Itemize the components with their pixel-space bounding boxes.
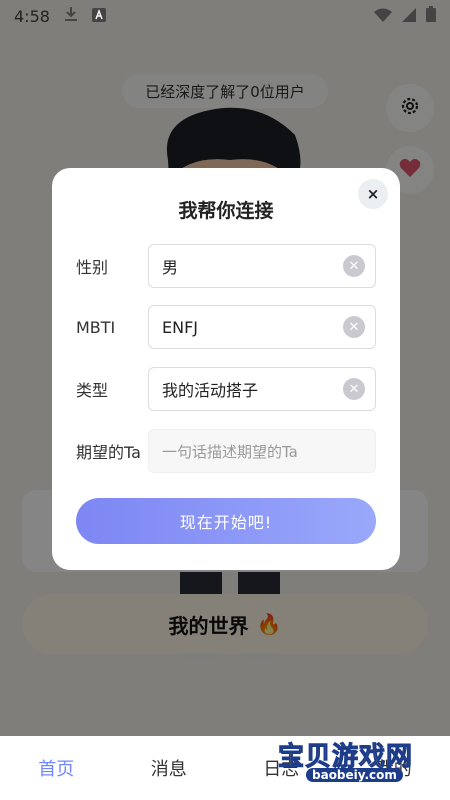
connect-dialog: 我帮你连接 × 性别 男 ✕ MBTI ENFJ ✕ 类型 我的活动搭子 ✕ 期… <box>52 168 400 570</box>
clear-icon[interactable]: ✕ <box>343 316 365 338</box>
nav-journal[interactable]: 日志 <box>225 755 337 781</box>
nav-messages[interactable]: 消息 <box>113 755 225 781</box>
battery-icon <box>426 6 436 26</box>
clear-icon[interactable]: ✕ <box>343 378 365 400</box>
expect-placeholder: 一句话描述期望的Ta <box>162 442 298 461</box>
signal-icon <box>402 7 416 26</box>
mbti-row: MBTI ENFJ ✕ <box>76 305 376 349</box>
status-time: 4:58 <box>14 6 50 26</box>
gender-row: 性别 男 ✕ <box>76 244 376 288</box>
clear-icon[interactable]: ✕ <box>343 255 365 277</box>
wifi-icon <box>374 7 392 26</box>
type-value: 我的活动搭子 <box>162 381 259 400</box>
close-icon: × <box>366 185 380 203</box>
a-box-icon <box>91 7 106 26</box>
start-button[interactable]: 现在开始吧! <box>76 498 376 544</box>
expect-label: 期望的Ta <box>76 443 141 462</box>
type-label: 类型 <box>76 381 109 400</box>
gender-field[interactable]: 男 ✕ <box>148 244 376 288</box>
mbti-field[interactable]: ENFJ ✕ <box>148 305 376 349</box>
nav-home[interactable]: 首页 <box>0 755 112 781</box>
gender-label: 性别 <box>76 258 109 277</box>
type-row: 类型 我的活动搭子 ✕ <box>76 367 376 411</box>
close-button[interactable]: × <box>358 179 388 209</box>
gender-value: 男 <box>162 258 179 277</box>
type-field[interactable]: 我的活动搭子 ✕ <box>148 367 376 411</box>
mbti-label: MBTI <box>76 317 116 337</box>
status-bar: 4:58 <box>0 0 450 32</box>
dialog-title: 我帮你连接 <box>178 200 274 222</box>
bottom-nav: 首页 消息 日志 我的 <box>0 736 450 800</box>
mbti-value: ENFJ <box>162 317 198 337</box>
download-icon <box>64 6 78 26</box>
expect-input[interactable]: 一句话描述期望的Ta <box>148 429 376 473</box>
nav-profile[interactable]: 我的 <box>338 755 450 781</box>
expect-row: 期望的Ta 一句话描述期望的Ta <box>76 429 376 473</box>
